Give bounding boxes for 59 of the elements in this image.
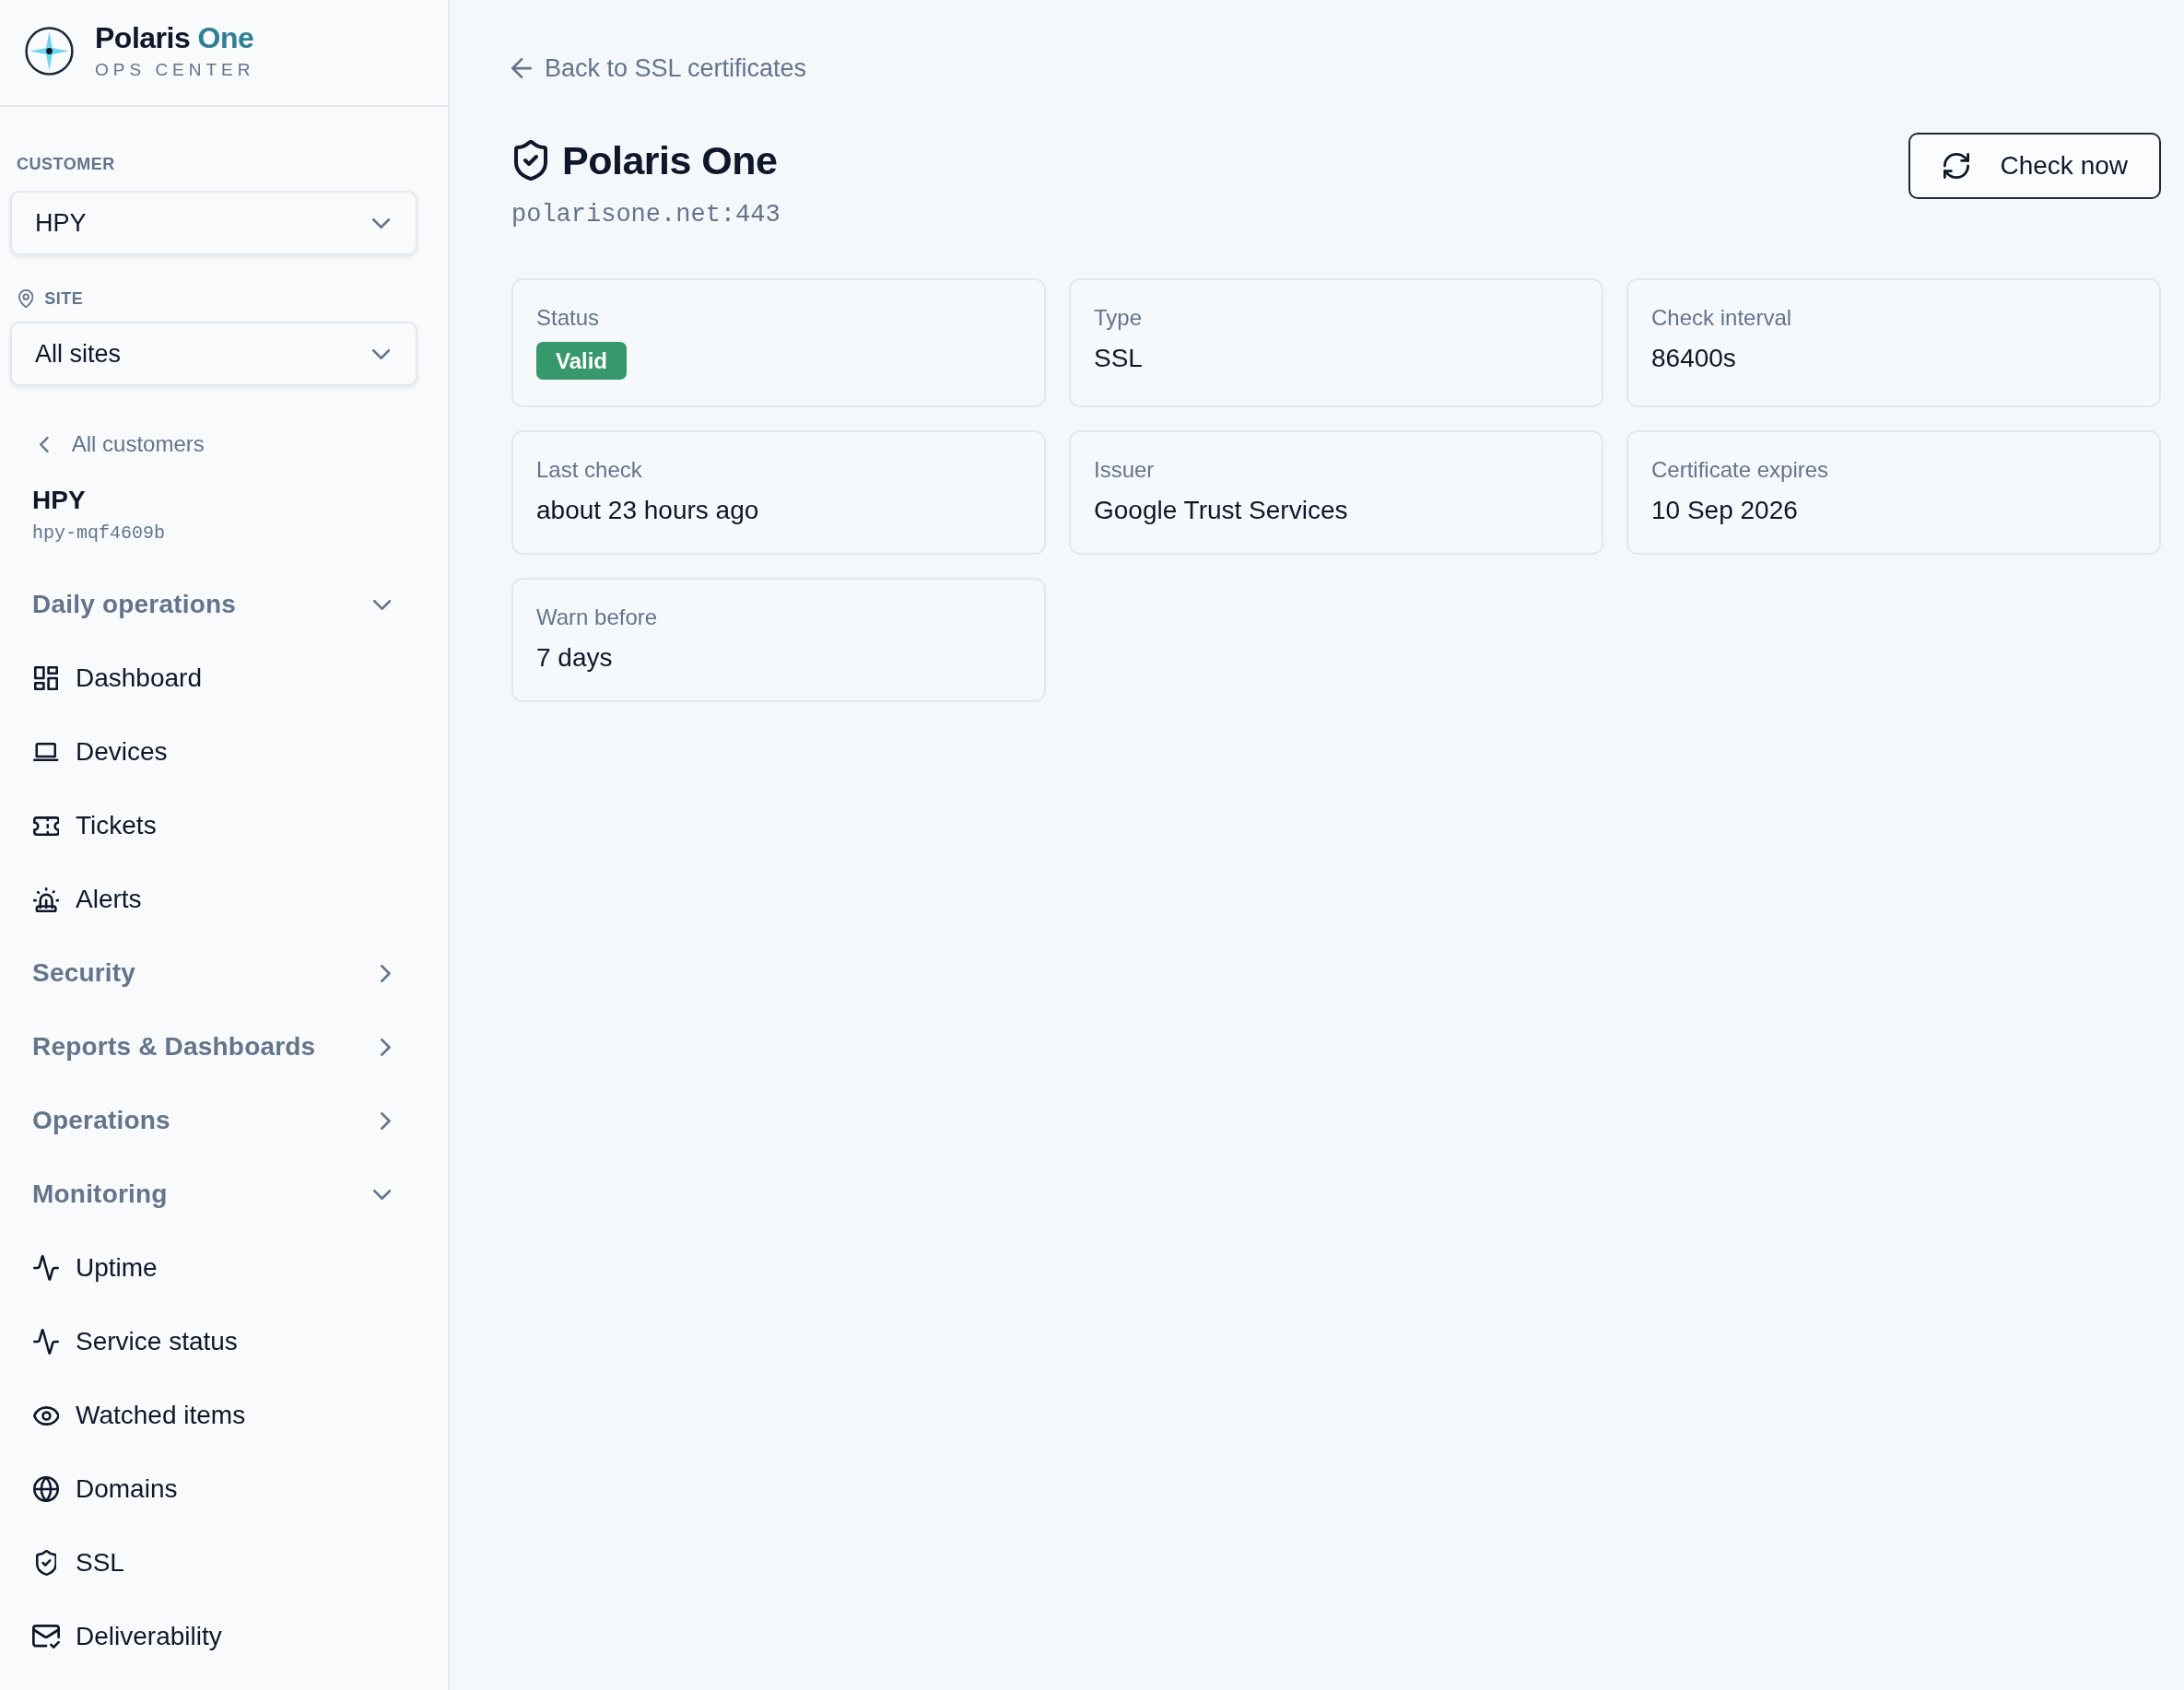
detail-label: Issuer [1094, 456, 1155, 484]
nav-item[interactable]: Uptime [17, 1231, 404, 1305]
laptop-icon [33, 743, 59, 761]
mail-check-icon [32, 1625, 60, 1649]
detail-label: Type [1094, 304, 1143, 332]
map-pin-icon [18, 289, 34, 308]
chevron-down-icon [371, 217, 390, 229]
pulse-icon [33, 1255, 59, 1281]
nav-item[interactable]: Deliverability [17, 1600, 404, 1673]
nav-item[interactable]: Tickets [17, 789, 404, 863]
nav-item[interactable]: SSL [17, 1526, 404, 1600]
brand-name: Polaris One [95, 20, 255, 55]
globe-icon [33, 1476, 59, 1502]
back-link[interactable]: Back to SSL certificates [511, 53, 807, 83]
host-address: polarisone.net:443 [511, 200, 781, 230]
refresh-icon [1943, 153, 1970, 179]
chevron-left-icon [40, 436, 49, 452]
detail-value: 7 days [536, 642, 613, 674]
nav-section-header[interactable]: Daily operations [17, 568, 404, 641]
detail-value: Google Trust Services [1094, 495, 1348, 526]
pulse-icon [33, 1329, 59, 1355]
ticket-icon [32, 816, 60, 836]
nav-item[interactable]: Watched items [17, 1379, 404, 1452]
nav-item[interactable]: Domains [17, 1452, 404, 1526]
detail-value: SSL [1094, 343, 1143, 374]
detail-label: Certificate expires [1651, 456, 1829, 484]
eye-icon [32, 1405, 60, 1426]
site-select[interactable]: All sites [10, 322, 417, 386]
detail-label: Check interval [1651, 304, 1792, 332]
nav-section-header[interactable]: Security [17, 936, 404, 1010]
shield-check-icon [35, 1550, 57, 1576]
siren-icon [32, 886, 60, 912]
nav-section-header[interactable]: Operations [17, 1084, 404, 1157]
nav-item[interactable]: Alerts [17, 863, 404, 936]
customer-select[interactable]: HPY [10, 191, 417, 255]
nav-section-header[interactable]: Reports & Dashboards [17, 1010, 404, 1084]
detail-label: Warn before [536, 604, 658, 631]
brand-subtitle: OPS CENTER [95, 59, 255, 81]
customer-id: hpy-mqf4609b [32, 522, 167, 546]
star-logo-icon [25, 26, 74, 76]
nav-section-header[interactable]: Monitoring [17, 1157, 404, 1231]
detail-value: 10 Sep 2026 [1651, 495, 1798, 526]
field-label: SITE [44, 288, 84, 310]
status-badge: Valid [536, 342, 628, 380]
check-now-button[interactable]: Check now [1908, 133, 2161, 199]
detail-value: 86400s [1651, 343, 1736, 374]
shield-check-icon [514, 140, 547, 181]
detail-label: Last check [536, 456, 642, 484]
customer-name: HPY [32, 485, 87, 516]
all-customers-link[interactable]: All customers [40, 430, 205, 458]
nav-item[interactable]: Devices [17, 715, 404, 789]
detail-label: Status [536, 304, 600, 332]
chevron-down-icon [371, 348, 390, 359]
grid-icon [34, 666, 58, 690]
field-label: CUSTOMER [16, 154, 116, 175]
page-title: Polaris One [562, 137, 778, 184]
nav-item[interactable]: Dashboard [17, 641, 404, 715]
nav-item[interactable]: Service status [17, 1305, 404, 1379]
detail-value: about 23 hours ago [536, 495, 759, 526]
